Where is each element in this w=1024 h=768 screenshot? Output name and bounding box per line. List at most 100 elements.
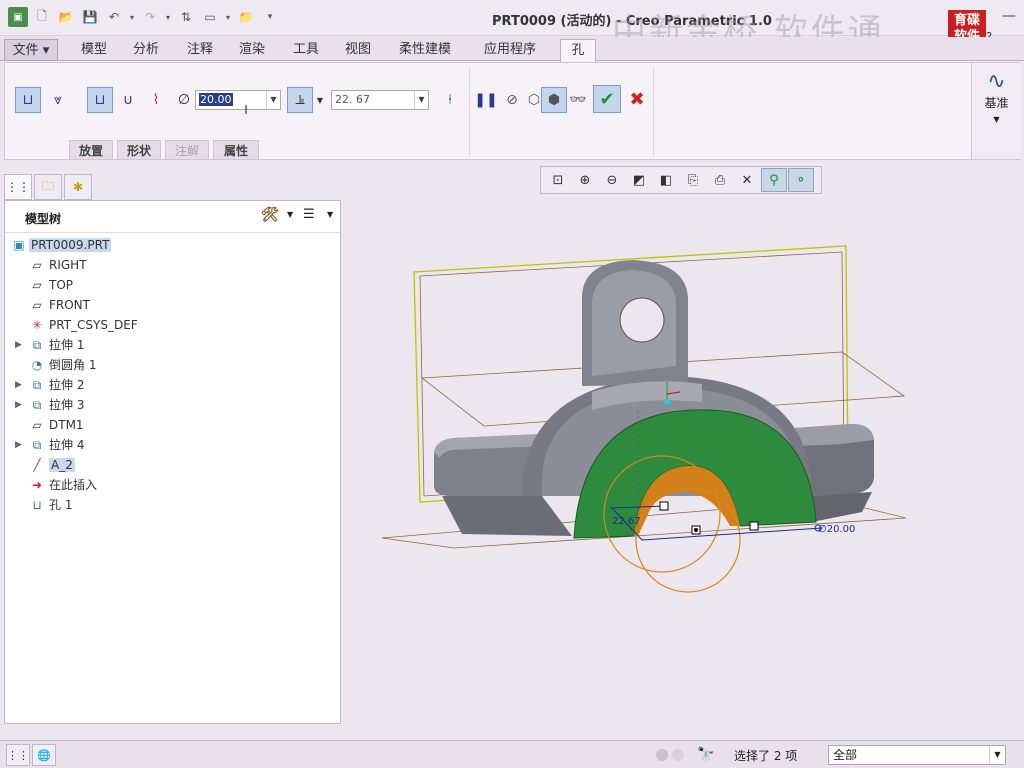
new-file-icon[interactable]: 🗋	[32, 7, 52, 27]
regenerate-icon[interactable]: ⇅	[176, 7, 196, 27]
tab-hole[interactable]: 孔	[560, 39, 596, 63]
tree-item-round-1[interactable]: ◔ 倒圆角 1	[5, 355, 340, 375]
tree-item-extrude-2[interactable]: ▶ ⧉ 拉伸 2	[5, 375, 340, 395]
selection-filter-dropdown[interactable]: 全部 ▼	[828, 745, 1006, 765]
depth-dim-text[interactable]: 22.67	[612, 516, 641, 527]
saved-views-icon[interactable]: ⎘	[680, 168, 706, 192]
sketch-profile-button[interactable]: ⌇	[143, 87, 169, 113]
simple-hole-button[interactable]: ⊔	[15, 87, 41, 113]
save-icon[interactable]: 💾	[80, 7, 100, 27]
tab-render[interactable]: 渲染	[232, 39, 272, 61]
glasses-preview-button[interactable]: 👓	[565, 87, 591, 113]
diameter-dim-text[interactable]: ∅20.00	[818, 524, 855, 535]
tree-item-front[interactable]: ▱ FRONT	[5, 295, 340, 315]
tab-file[interactable]: 文件 ▾	[4, 39, 58, 61]
standard-hole-button[interactable]: ⩔	[45, 87, 71, 113]
tree-item-hole-1[interactable]: ⊔ 孔 1	[5, 495, 340, 515]
tab-analysis[interactable]: 分析	[126, 39, 166, 61]
redo-icon[interactable]: ↷	[140, 7, 160, 27]
diameter-dropdown-icon[interactable]: ▼	[266, 91, 280, 109]
pause-button[interactable]: ❚❚	[473, 87, 499, 113]
tab-applications[interactable]: 应用程序	[474, 39, 546, 61]
tab-view[interactable]: 视图	[338, 39, 378, 61]
tree-item-dtm1[interactable]: ▱ DTM1	[5, 415, 340, 435]
verify-mode-button[interactable]: ⬢	[541, 87, 567, 113]
folder-browser-tab-icon[interactable]: 🗀	[34, 174, 62, 200]
tree-item-right[interactable]: ▱ RIGHT	[5, 255, 340, 275]
tree-item-extrude-1[interactable]: ▶ ⧉ 拉伸 1	[5, 335, 340, 355]
hole-icon: ⊔	[32, 498, 42, 512]
filter-dropdown-icon[interactable]: ▼	[989, 746, 1005, 764]
customize-qat-icon[interactable]: ▾	[260, 7, 280, 27]
tree-columns-icon[interactable]: ☰	[303, 207, 315, 222]
tree-item-extrude-3[interactable]: ▶ ⧉ 拉伸 3	[5, 395, 340, 415]
tree-item-csys[interactable]: ✳ PRT_CSYS_DEF	[5, 315, 340, 335]
handle-depth[interactable]	[659, 501, 669, 511]
window-dropdown-icon[interactable]: ▾	[224, 7, 232, 27]
subtab-note[interactable]: 注解	[165, 140, 209, 160]
csys-icon: ✳	[31, 318, 43, 332]
find-icon[interactable]: 🔭	[694, 744, 718, 766]
standard-profile-button[interactable]: ∪	[115, 87, 141, 113]
tab-annotate[interactable]: 注释	[180, 39, 220, 61]
expand-icon[interactable]: ▶	[15, 435, 22, 455]
tree-item-extrude-4[interactable]: ▶ ⧉ 拉伸 4	[5, 435, 340, 455]
tab-tools[interactable]: 工具	[286, 39, 326, 61]
app-icon[interactable]: ▣	[8, 7, 28, 27]
model-tree-tab-icon[interactable]: ⋮⋮	[4, 174, 32, 200]
datum-display-icon[interactable]: ✕	[734, 168, 760, 192]
spin-center-icon[interactable]: ⚲	[761, 168, 787, 192]
predefined-profile-button[interactable]: ⊔	[87, 87, 113, 113]
close-window-icon[interactable]: 📁	[236, 7, 256, 27]
expand-icon[interactable]: ▶	[15, 395, 22, 415]
show-navigator-icon[interactable]: ⋮⋮	[6, 744, 30, 766]
redo-dropdown-icon[interactable]: ▾	[164, 7, 172, 27]
undo-icon[interactable]: ↶	[104, 7, 124, 27]
selection-status-text: 选择了 2 项	[734, 749, 798, 763]
window-icon[interactable]: ▭	[200, 7, 220, 27]
flip-depth-icon[interactable]: ⍿	[437, 87, 463, 113]
depth-option-button[interactable]: ⫡	[287, 87, 313, 113]
tree-columns-dropdown-icon[interactable]: ▼	[327, 210, 333, 219]
hole-preview-circle-bottom	[635, 487, 741, 593]
model-tree-header: 模型树 🛠 ▼ ☰ ▼	[5, 201, 340, 233]
handle-diameter[interactable]	[749, 521, 759, 531]
display-style-icon[interactable]: ◧	[653, 168, 679, 192]
graphics-window[interactable]: 22.67 ∅20.00	[342, 196, 1024, 740]
extrude-icon: ⧉	[32, 398, 42, 412]
zoom-in-icon[interactable]: ⊕	[572, 168, 598, 192]
annotation-display-icon[interactable]: ⚬	[788, 168, 814, 192]
refit-icon[interactable]: ⊡	[545, 168, 571, 192]
subtab-properties[interactable]: 属性	[213, 140, 259, 160]
datum-dropdown-icon[interactable]: ▼	[972, 115, 1021, 124]
repaint-icon[interactable]: ◩	[626, 168, 652, 192]
view-manager-icon[interactable]: ⎙	[707, 168, 733, 192]
tab-flexible-modeling[interactable]: 柔性建模	[392, 39, 458, 61]
tree-item-insert-here[interactable]: ➜ 在此插入	[5, 475, 340, 495]
expand-icon[interactable]: ▶	[15, 375, 22, 395]
show-browser-icon[interactable]: 🌐	[32, 744, 56, 766]
tree-settings-dropdown-icon[interactable]: ▼	[287, 210, 293, 219]
base-slab-right	[812, 492, 872, 522]
undo-dropdown-icon[interactable]: ▾	[128, 7, 136, 27]
expand-icon[interactable]: ▶	[15, 335, 22, 355]
tree-item-top[interactable]: ▱ TOP	[5, 275, 340, 295]
depth-input[interactable]: 22. 67 ▼	[331, 90, 429, 110]
favorites-tab-icon[interactable]: ✱	[64, 174, 92, 200]
zoom-out-icon[interactable]: ⊖	[599, 168, 625, 192]
datum-plane-icon: ▱	[32, 418, 42, 432]
depth-option-dropdown-icon[interactable]: ▼	[313, 87, 327, 113]
tree-item-part[interactable]: ▣ PRT0009.PRT	[5, 235, 340, 255]
minimize-icon[interactable]: —	[1000, 8, 1018, 26]
tab-model[interactable]: 模型	[74, 39, 114, 61]
depth-dropdown-icon[interactable]: ▼	[414, 91, 428, 109]
open-file-icon[interactable]: 📂	[56, 7, 76, 27]
tree-settings-icon[interactable]: 🛠	[261, 207, 279, 223]
datum-group[interactable]: ∿ 基准 ▼	[971, 63, 1021, 159]
datum-plane-icon: ▱	[32, 278, 42, 292]
cancel-button[interactable]: ✖	[623, 85, 651, 113]
subtab-placement[interactable]: 放置	[69, 140, 113, 160]
tree-item-axis-a2[interactable]: ╱ A_2	[5, 455, 340, 475]
ok-button[interactable]: ✔	[593, 85, 621, 113]
subtab-shape[interactable]: 形状	[117, 140, 161, 160]
